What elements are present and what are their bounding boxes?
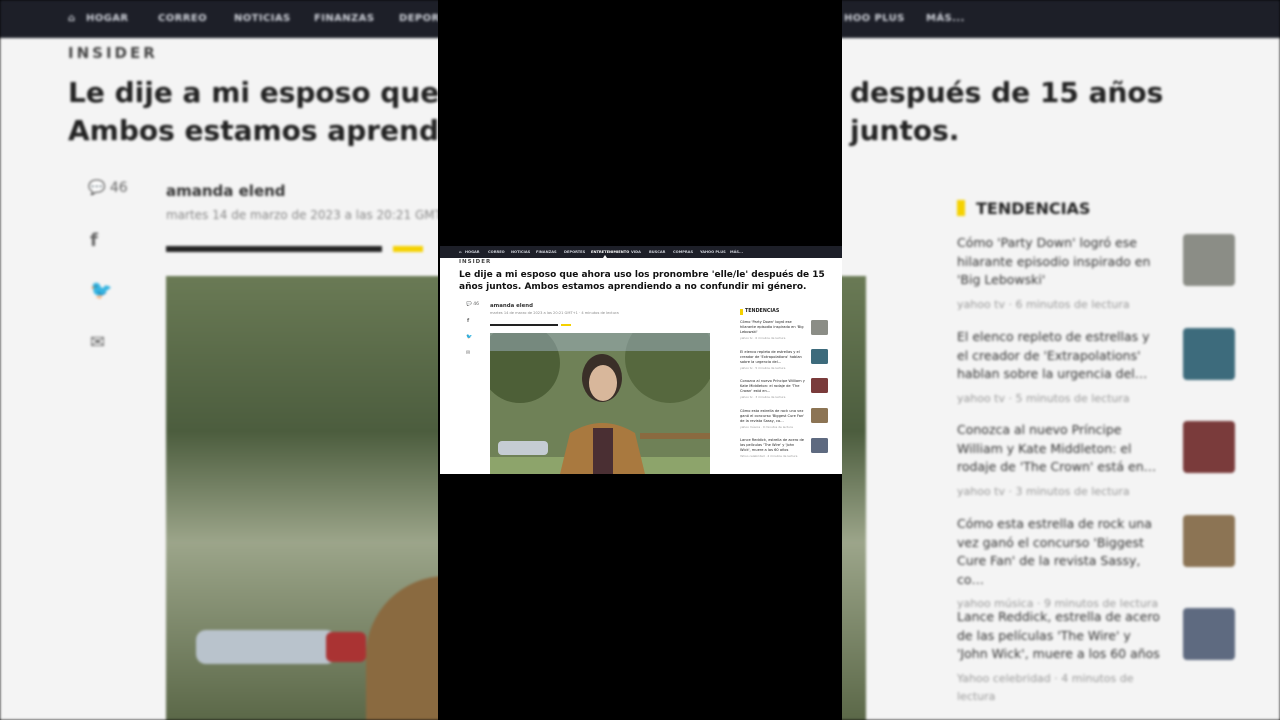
nav-noticias[interactable]: NOTICIAS [511, 250, 530, 254]
bg-title-line1-right: después de 15 años juntos. [850, 76, 1164, 147]
bg-progress-bar [166, 246, 382, 252]
nav-bar: ⌂ HOGAR CORREO NOTICIAS FINANZAS DEPORTE… [440, 246, 842, 258]
bg-trend-title: Conozca al nuevo Príncipe William y Kate… [957, 422, 1157, 474]
bg-brand-logo: INSIDER [68, 44, 158, 62]
bg-photo-car-red [326, 632, 366, 662]
bg-nav-noticias: NOTICIAS [234, 13, 291, 24]
trend-title[interactable]: Cómo 'Party Down' logró ese hilarante ep… [740, 320, 806, 335]
trend-title[interactable]: Conozca al nuevo Príncipe William y Kate… [740, 379, 806, 394]
trend-item[interactable]: Conozca al nuevo Príncipe William y Kate… [740, 379, 806, 400]
bg-facebook-icon: f [90, 230, 98, 251]
comments-value: 46 [473, 302, 480, 307]
trend-thumbnail[interactable] [811, 378, 828, 393]
trend-title[interactable]: El elenco repleto de estrellas y el crea… [740, 350, 806, 365]
nav-active-indicator [603, 255, 607, 258]
trend-title[interactable]: Lance Reddick, estrella de acero de las … [740, 438, 806, 453]
bg-trend-meta: yahoo tv · 3 minutos de lectura [957, 484, 1130, 498]
trend-meta: yahoo tv · 6 minutos de lectura [740, 336, 786, 341]
nav-hogar[interactable]: HOGAR [465, 250, 480, 254]
bg-nav-hogar: HOGAR [86, 13, 129, 24]
bg-comments-count: 💬 46 [88, 180, 128, 196]
brand-logo[interactable]: INSIDER [459, 259, 491, 265]
trend-item[interactable]: Cómo esta estrella de rock una vez ganó … [740, 409, 806, 430]
bg-trend-thumb [1183, 328, 1235, 380]
mail-icon[interactable]: ✉ [466, 350, 470, 356]
nav-deportes[interactable]: DEPORTES [564, 250, 585, 254]
bg-trend-item: Conozca al nuevo Príncipe William y Kate… [957, 421, 1162, 501]
article-screenshot: ⌂ HOGAR CORREO NOTICIAS FINANZAS DEPORTE… [440, 246, 842, 474]
bg-trend-title: El elenco repleto de estrellas y el crea… [957, 329, 1150, 381]
photo-illustration [490, 333, 710, 474]
nav-finanzas[interactable]: FINANZAS [536, 250, 557, 254]
trend-accent [740, 309, 743, 315]
trend-meta: yahoo tv · 3 minutos de lectura [740, 395, 786, 400]
trends-heading: TENDENCIAS [745, 309, 780, 314]
bg-title-line2-left: Ambos estamos aprendien [68, 114, 488, 147]
trend-title[interactable]: Cómo esta estrella de rock una vez ganó … [740, 409, 806, 424]
bg-trend-item: Cómo 'Party Down' logró ese hilarante ep… [957, 234, 1162, 314]
trend-item[interactable]: Lance Reddick, estrella de acero de las … [740, 438, 806, 459]
bg-comment-icon: 💬 [88, 180, 106, 196]
progress-accent [561, 324, 571, 326]
trend-thumbnail[interactable] [811, 320, 828, 335]
bg-trends-heading: TENDENCIAS [976, 199, 1091, 218]
article-photo [490, 333, 710, 474]
trend-meta: yahoo tv · 5 minutos de lectura [740, 366, 786, 371]
trend-thumbnail[interactable] [811, 408, 828, 423]
bg-nav-yahoo-plus: HOO PLUS [844, 13, 905, 24]
publish-date-value: martes 14 de marzo de 2023 a las 20:21 G… [490, 311, 578, 315]
nav-compras[interactable]: COMPRAS [673, 250, 693, 254]
bg-photo-car [196, 630, 336, 664]
nav-buscar[interactable]: BUSCAR [649, 250, 665, 254]
bg-nav-correo: CORREO [158, 13, 207, 24]
nav-vida[interactable]: VIDA [631, 250, 641, 254]
bg-author-name: amanda elend [166, 182, 286, 200]
trend-item[interactable]: El elenco repleto de estrellas y el crea… [740, 350, 806, 371]
bg-trend-meta: yahoo tv · 5 minutos de lectura [957, 391, 1130, 405]
home-icon[interactable]: ⌂ [459, 250, 462, 254]
bg-nav-mas: MÁS... [926, 13, 965, 24]
bg-trend-meta: yahoo tv · 6 minutos de lectura [957, 297, 1130, 311]
trend-thumbnail[interactable] [811, 349, 828, 364]
trend-meta: Yahoo celebridad · 4 minutos de lectura [740, 454, 798, 459]
bg-home-icon: ⌂ [68, 13, 76, 24]
bg-trend-thumb [1183, 234, 1235, 286]
bg-publish-date: martes 14 de marzo de 2023 a las 20:21 G… [166, 208, 460, 222]
nav-yahoo-plus[interactable]: YAHOO PLUS [700, 250, 726, 254]
trend-thumbnail[interactable] [811, 438, 828, 453]
bg-trend-item: Cómo esta estrella de rock una vez ganó … [957, 515, 1162, 614]
bg-trend-accent [957, 200, 965, 216]
bg-trend-thumb [1183, 421, 1235, 473]
nav-entretenimiento[interactable]: ENTRETENIMIENTO [591, 250, 629, 254]
bg-trend-item: Lance Reddick, estrella de acero de las … [957, 608, 1162, 707]
comments-count[interactable]: 💬 46 [466, 302, 479, 307]
twitter-icon[interactable]: 🐦 [466, 334, 472, 340]
bg-trend-title: Lance Reddick, estrella de acero de las … [957, 609, 1160, 661]
read-time: 4 minutos de lectura [581, 311, 619, 315]
bg-mail-icon: ✉ [90, 332, 106, 353]
bg-trend-thumb [1183, 608, 1235, 660]
publish-date: martes 14 de marzo de 2023 a las 20:21 G… [490, 311, 619, 315]
trend-meta: yahoo música · 9 minutos de lectura [740, 425, 793, 430]
bg-nav-finanzas: FINANZAS [314, 13, 375, 24]
bg-trend-thumb [1183, 515, 1235, 567]
bg-twitter-icon: 🐦 [90, 280, 113, 301]
nav-mas[interactable]: MÁS... [730, 250, 743, 254]
nav-correo[interactable]: CORREO [488, 250, 505, 254]
comment-icon: 💬 [466, 302, 472, 307]
author-name[interactable]: amanda elend [490, 303, 533, 309]
bg-trend-item: El elenco repleto de estrellas y el crea… [957, 328, 1162, 408]
bg-trend-title: Cómo esta estrella de rock una vez ganó … [957, 516, 1152, 587]
bg-progress-accent [393, 246, 423, 252]
progress-bar [490, 324, 558, 326]
bg-trend-meta: Yahoo celebridad · 4 minutos de lectura [957, 671, 1134, 704]
bg-comments-value: 46 [109, 180, 128, 196]
facebook-icon[interactable]: f [467, 318, 469, 324]
bg-trend-title: Cómo 'Party Down' logró ese hilarante ep… [957, 235, 1151, 287]
trend-item[interactable]: Cómo 'Party Down' logró ese hilarante ep… [740, 320, 806, 341]
article-title: Le dije a mi esposo que ahora uso los pr… [459, 270, 825, 292]
